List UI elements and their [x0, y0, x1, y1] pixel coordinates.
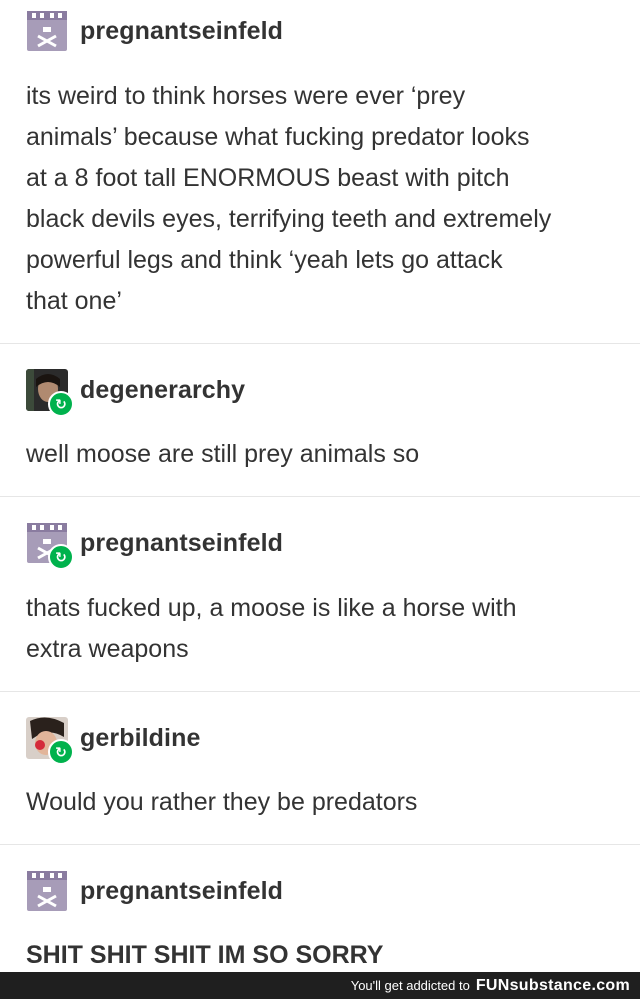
reblog-icon: ↻	[48, 544, 74, 570]
username[interactable]: pregnantseinfeld	[80, 17, 283, 46]
text-line: at a 8 foot tall ENORMOUS beast with pit…	[26, 164, 510, 192]
footer-brand: FUNsubstance.com	[475, 976, 630, 994]
post-text: Would you rather they be predators	[26, 782, 616, 823]
post-header: ↻ pregnantseinfeld	[26, 521, 283, 570]
username[interactable]: gerbildine	[80, 724, 200, 753]
text-line: SHIT SHIT SHIT IM SO SORRY	[26, 941, 384, 969]
post-header: pregnantseinfeld	[26, 869, 283, 913]
post-text: its weird to think horses were ever ‘pre…	[26, 76, 616, 322]
text-line: Would you rather they be predators	[26, 788, 418, 816]
seinfeld-avatar-icon[interactable]	[26, 870, 68, 912]
post-text: SHIT SHIT SHIT IM SO SORRY	[26, 935, 616, 976]
photo-avatar[interactable]: ↻	[26, 717, 74, 765]
post-5: pregnantseinfeld SHIT SHIT SHIT IM SO SO…	[0, 845, 640, 972]
username[interactable]: degenerarchy	[80, 376, 245, 405]
text-line: well moose are still prey animals so	[26, 440, 420, 468]
text-line: that one’	[26, 287, 122, 315]
text-line: animals’ because what fucking predator l…	[26, 123, 530, 151]
reblog-icon: ↻	[48, 739, 74, 765]
post-header: ↻ gerbildine	[26, 716, 200, 765]
post-2: ↻ degenerarchy well moose are still prey…	[0, 344, 640, 497]
username[interactable]: pregnantseinfeld	[80, 529, 283, 558]
post-text: thats fucked up, a moose is like a horse…	[26, 588, 616, 670]
text-line: black devils eyes, terrifying teeth and …	[26, 205, 552, 233]
seinfeld-avatar-icon[interactable]	[26, 10, 68, 52]
footer-tagline: You'll get addicted to	[350, 978, 470, 993]
text-line: thats fucked up, a moose is like a horse…	[26, 594, 517, 622]
text-line: its weird to think horses were ever ‘pre…	[26, 82, 466, 110]
post-4: ↻ gerbildine Would you rather they be pr…	[0, 692, 640, 845]
text-line: extra weapons	[26, 635, 189, 663]
photo-avatar[interactable]: ↻	[26, 369, 74, 417]
watermark-footer: You'll get addicted to FUNsubstance.com	[0, 972, 640, 999]
username[interactable]: pregnantseinfeld	[80, 877, 283, 906]
text-line: powerful legs and think ‘yeah lets go at…	[26, 246, 503, 274]
post-header: ↻ degenerarchy	[26, 368, 245, 417]
seinfeld-avatar-icon[interactable]: ↻	[26, 522, 74, 570]
reblog-icon: ↻	[48, 391, 74, 417]
post-text: well moose are still prey animals so	[26, 434, 616, 475]
post-header: pregnantseinfeld	[26, 9, 283, 53]
post-1: pregnantseinfeld its weird to think hors…	[0, 0, 640, 344]
post-3: ↻ pregnantseinfeld thats fucked up, a mo…	[0, 497, 640, 692]
